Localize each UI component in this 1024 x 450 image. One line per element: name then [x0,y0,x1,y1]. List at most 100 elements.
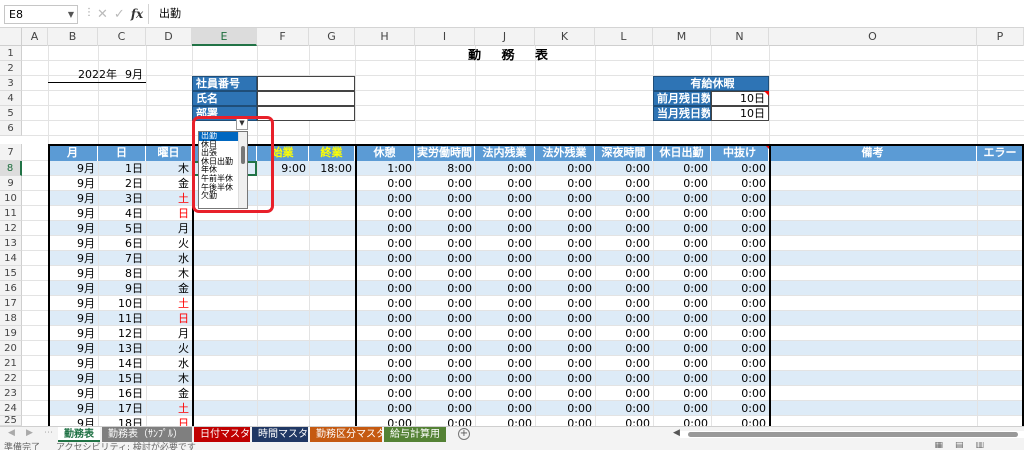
time-cell[interactable]: 0:00 [711,311,769,326]
day-cell[interactable]: 14日 [98,356,146,371]
day-cell[interactable]: 11日 [98,311,146,326]
page-break-icon[interactable]: ▥ [975,442,984,450]
month-cell[interactable]: 9月 [48,326,98,341]
time-cell[interactable]: 0:00 [711,416,769,426]
weekday-cell[interactable]: 金 [146,386,192,401]
sheet-tab-5[interactable]: 勤務区分マスタ [310,427,386,442]
weekday-cell[interactable]: 金 [146,281,192,296]
time-cell[interactable]: 0:00 [475,281,535,296]
time-cell[interactable]: 0:00 [595,371,653,386]
year-cell[interactable]: 2022年 [48,68,120,82]
break-time-cell[interactable]: 0:00 [355,236,415,251]
day-cell[interactable]: 15日 [98,371,146,386]
weekday-cell[interactable]: 日 [146,206,192,221]
time-cell[interactable]: 0:00 [711,251,769,266]
day-cell[interactable]: 13日 [98,341,146,356]
time-cell[interactable]: 0:00 [653,251,711,266]
break-time-cell[interactable]: 0:00 [355,371,415,386]
time-cell[interactable]: 0:00 [595,206,653,221]
time-cell[interactable]: 0:00 [653,356,711,371]
month-cell[interactable]: 9月 [48,416,98,426]
select-all-corner[interactable] [0,28,22,46]
work-time-cell[interactable]: 0:00 [415,341,475,356]
time-cell[interactable]: 0:00 [653,311,711,326]
time-cell[interactable]: 0:00 [475,296,535,311]
weekday-cell[interactable]: 水 [146,356,192,371]
time-cell[interactable]: 0:00 [475,191,535,206]
day-cell[interactable]: 9日 [98,281,146,296]
day-cell[interactable]: 16日 [98,386,146,401]
month-cell[interactable]: 9月 [48,296,98,311]
time-cell[interactable]: 0:00 [535,401,595,416]
row-header-15[interactable]: 15 [0,266,22,281]
time-cell[interactable]: 0:00 [653,281,711,296]
column-header-i[interactable]: I [415,28,475,46]
column-header-n[interactable]: N [711,28,769,46]
time-cell[interactable]: 0:00 [535,416,595,426]
day-cell[interactable]: 17日 [98,401,146,416]
row-header-23[interactable]: 23 [0,386,22,401]
work-time-cell[interactable]: 0:00 [415,416,475,426]
time-cell[interactable]: 0:00 [475,401,535,416]
weekday-cell[interactable]: 土 [146,296,192,311]
column-header-p[interactable]: P [977,28,1024,46]
weekday-cell[interactable]: 月 [146,221,192,236]
weekday-cell[interactable]: 土 [146,191,192,206]
time-cell[interactable]: 0:00 [711,206,769,221]
column-header-c[interactable]: C [98,28,146,46]
time-cell[interactable]: 0:00 [653,161,711,176]
time-cell[interactable]: 0:00 [595,281,653,296]
weekday-cell[interactable]: 日 [146,416,192,426]
time-cell[interactable]: 0:00 [595,251,653,266]
row-header-21[interactable]: 21 [0,356,22,371]
row-header-3[interactable]: 3 [0,76,22,91]
time-cell[interactable]: 0:00 [711,296,769,311]
time-cell[interactable]: 0:00 [535,161,595,176]
page-layout-icon[interactable]: ▤ [955,442,964,450]
day-cell[interactable]: 4日 [98,206,146,221]
time-cell[interactable]: 0:00 [653,401,711,416]
time-cell[interactable]: 0:00 [535,311,595,326]
day-cell[interactable]: 2日 [98,176,146,191]
day-cell[interactable]: 3日 [98,191,146,206]
prev-sheet-icon[interactable]: ◀ [8,428,15,438]
column-header-h[interactable]: H [355,28,415,46]
break-time-cell[interactable]: 0:00 [355,356,415,371]
row-header-5[interactable]: 5 [0,106,22,121]
sheet-tab-2[interactable]: 勤務表（ｻﾝﾌﾟﾙ） [102,427,192,442]
horizontal-scrollbar[interactable] [680,431,1024,438]
column-header-j[interactable]: J [475,28,535,46]
time-cell[interactable]: 0:00 [653,416,711,426]
work-time-cell[interactable]: 0:00 [415,266,475,281]
day-cell[interactable]: 6日 [98,236,146,251]
time-cell[interactable]: 0:00 [653,221,711,236]
row-header-20[interactable]: 20 [0,341,22,356]
time-cell[interactable]: 0:00 [595,191,653,206]
break-time-cell[interactable]: 1:00 [355,161,415,176]
row-header-18[interactable]: 18 [0,311,22,326]
weekday-cell[interactable]: 木 [146,266,192,281]
row-header-9[interactable]: 9 [0,176,22,191]
time-cell[interactable]: 0:00 [595,341,653,356]
time-cell[interactable]: 0:00 [595,326,653,341]
work-time-cell[interactable]: 0:00 [415,311,475,326]
work-time-cell[interactable]: 0:00 [415,326,475,341]
time-cell[interactable]: 0:00 [653,326,711,341]
sheet-tab-4[interactable]: 時間マスタ [252,427,308,442]
time-cell[interactable]: 0:00 [475,251,535,266]
time-cell[interactable]: 0:00 [475,371,535,386]
month-cell[interactable]: 9月 [48,356,98,371]
time-cell[interactable]: 0:00 [595,356,653,371]
break-time-cell[interactable]: 0:00 [355,251,415,266]
break-time-cell[interactable]: 0:00 [355,221,415,236]
weekday-cell[interactable]: 日 [146,311,192,326]
column-header-d[interactable]: D [146,28,192,46]
time-cell[interactable]: 0:00 [711,326,769,341]
row-header-13[interactable]: 13 [0,236,22,251]
month-cell[interactable]: 9月 [48,386,98,401]
time-cell[interactable]: 0:00 [595,311,653,326]
row-header-22[interactable]: 22 [0,371,22,386]
break-time-cell[interactable]: 0:00 [355,401,415,416]
time-cell[interactable]: 0:00 [535,281,595,296]
row-header-14[interactable]: 14 [0,251,22,266]
